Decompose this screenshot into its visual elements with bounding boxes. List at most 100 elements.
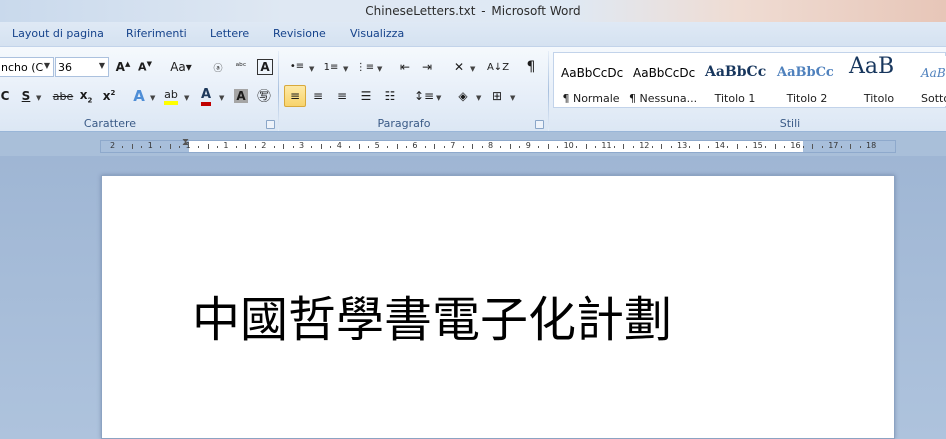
tab-layout-di-pagina[interactable]: Layout di pagina: [12, 27, 104, 40]
ruler-tick-label: 8: [488, 141, 494, 150]
ruler-minor-tick: [472, 144, 474, 149]
clear-formatting-button[interactable]: ᵃᵇᶜ: [230, 56, 252, 78]
ruler-tick-label: 1: [147, 141, 153, 150]
ruler-minor-tick: [708, 146, 710, 148]
ruler-minor-tick: [623, 144, 625, 149]
group-label-stili: Stili: [779, 117, 801, 130]
shrink-font-icon: A▼: [138, 60, 152, 74]
ruler-tick-label: 18: [866, 141, 877, 150]
style-name: Titolo 1: [714, 92, 756, 105]
character-shading-button[interactable]: A: [230, 85, 252, 107]
style-titolo-1[interactable]: AaBbCc Titolo 1: [701, 56, 769, 106]
character-border-button[interactable]: A: [254, 56, 276, 78]
chevron-down-icon[interactable]: ▼: [184, 94, 189, 102]
chevron-down-icon[interactable]: ▼: [99, 61, 105, 70]
strikethrough-button[interactable]: abe: [50, 85, 76, 107]
ruler-minor-tick: [632, 146, 634, 148]
ruler-minor-tick: [594, 146, 596, 148]
phonetic-guide-button[interactable]: ⓐ: [207, 56, 229, 78]
font-family-combo[interactable]: ncho (C ▼: [0, 57, 54, 77]
font-color-button[interactable]: A: [195, 85, 217, 107]
style-normale[interactable]: AaBbCcDc ¶ Normale: [557, 56, 625, 106]
numbering-button[interactable]: 1≡: [320, 56, 342, 78]
horizontal-ruler[interactable]: 2 1 1 1 2 3 4 5 6 7 8 9 10 11 12 13 14 15 16 17 18: [100, 140, 896, 153]
numbered-list-icon: 1≡: [323, 61, 339, 73]
borders-button[interactable]: ⊞: [486, 85, 508, 107]
align-right-button[interactable]: ≡: [331, 85, 353, 107]
text-effects-button[interactable]: A: [128, 85, 150, 107]
tab-visualizza[interactable]: Visualizza: [350, 27, 404, 40]
document-text[interactable]: 中國哲學書電子化計劃: [192, 280, 672, 350]
chevron-down-icon[interactable]: ▼: [150, 94, 155, 102]
ruler-minor-tick: [368, 146, 370, 148]
indent-marker-icon[interactable]: ⧗: [182, 137, 194, 157]
line-spacing-icon: ↕≡: [413, 89, 435, 103]
style-sottotitolo[interactable]: AaBl Sotto: [917, 56, 946, 106]
bullets-button[interactable]: •≡: [286, 56, 308, 78]
style-sample: AaBbCcDc: [633, 66, 696, 80]
style-nessuna-spaziatura[interactable]: AaBbCcDc ¶ Nessuna...: [629, 56, 697, 106]
shrink-font-button[interactable]: A▼: [134, 56, 156, 78]
chevron-down-icon[interactable]: ▼: [219, 94, 224, 102]
font-size-combo[interactable]: 36 ▼: [55, 57, 109, 77]
superscript-button[interactable]: x2: [98, 85, 120, 107]
tab-revisione[interactable]: Revisione: [273, 27, 326, 40]
align-center-button[interactable]: ≡: [307, 85, 329, 107]
grow-font-button[interactable]: A▲: [112, 56, 134, 78]
sort-button[interactable]: A↓Z: [487, 56, 509, 78]
dialog-launcher-icon[interactable]: [535, 120, 544, 129]
decrease-indent-icon: ⇤: [399, 60, 411, 74]
ruler-minor-tick: [405, 146, 407, 148]
asian-layout-button[interactable]: ✕: [448, 56, 470, 78]
ruler-minor-tick: [519, 146, 521, 148]
highlight-button[interactable]: ab: [160, 85, 182, 107]
show-hide-marks-button[interactable]: ¶: [520, 56, 542, 78]
justify-button[interactable]: ☰: [355, 85, 377, 107]
ruler-minor-tick: [774, 144, 776, 149]
increase-indent-button[interactable]: ⇥: [416, 56, 438, 78]
style-titolo-2[interactable]: AaBbCc Titolo 2: [773, 56, 841, 106]
ruler-tick-label: 6: [412, 141, 418, 150]
chevron-down-icon[interactable]: ▼: [470, 65, 475, 73]
ribbon-tabs: Layout di pagina Riferimenti Lettere Rev…: [0, 22, 946, 46]
chevron-down-icon[interactable]: ▼: [436, 94, 441, 102]
align-left-button[interactable]: ≡: [284, 85, 306, 107]
dialog-launcher-icon[interactable]: [266, 120, 275, 129]
chevron-down-icon[interactable]: ▼: [36, 94, 41, 102]
align-center-icon: ≡: [312, 89, 324, 103]
sort-icon: A↓Z: [486, 61, 510, 73]
document-filename: ChineseLetters.txt: [365, 4, 476, 18]
shading-button[interactable]: ◈: [452, 85, 474, 107]
enclose-characters-button[interactable]: ㊢: [253, 85, 275, 107]
ruler-tick-label: 4: [336, 141, 342, 150]
decrease-indent-button[interactable]: ⇤: [394, 56, 416, 78]
chevron-down-icon[interactable]: ▼: [343, 65, 348, 73]
ruler-minor-tick: [320, 144, 322, 149]
align-left-icon: ≡: [289, 89, 301, 103]
superscript-icon: x2: [102, 89, 116, 103]
chevron-down-icon[interactable]: ▼: [44, 61, 50, 70]
tab-lettere[interactable]: Lettere: [210, 27, 249, 40]
chevron-down-icon[interactable]: ▼: [377, 65, 382, 73]
window-title: ChineseLetters.txt - Microsoft Word: [0, 4, 946, 18]
chevron-down-icon[interactable]: ▼: [510, 94, 515, 102]
line-spacing-button[interactable]: ↕≡: [413, 85, 435, 107]
group-divider: [278, 51, 279, 131]
chevron-down-icon[interactable]: ▼: [476, 94, 481, 102]
ruler-tick-label: 16: [790, 141, 801, 150]
ruler-minor-tick: [292, 146, 294, 148]
underline-button[interactable]: S: [15, 85, 37, 107]
chevron-down-icon[interactable]: ▼: [309, 65, 314, 73]
tab-riferimenti[interactable]: Riferimenti: [126, 27, 187, 40]
multilevel-list-button[interactable]: ⋮≡: [354, 56, 376, 78]
change-case-button[interactable]: Aa▾: [166, 56, 196, 78]
style-titolo[interactable]: AaB Titolo: [845, 54, 913, 106]
italic-button[interactable]: C: [0, 85, 16, 107]
distributed-button[interactable]: ☷: [379, 85, 401, 107]
subscript-button[interactable]: x2: [75, 85, 97, 107]
ruler-minor-tick: [859, 146, 861, 148]
ruler-minor-tick: [283, 144, 285, 149]
ruler-minor-tick: [661, 144, 663, 149]
change-case-icon: Aa▾: [170, 60, 192, 74]
style-sample: AaBbCcDc: [561, 66, 624, 80]
